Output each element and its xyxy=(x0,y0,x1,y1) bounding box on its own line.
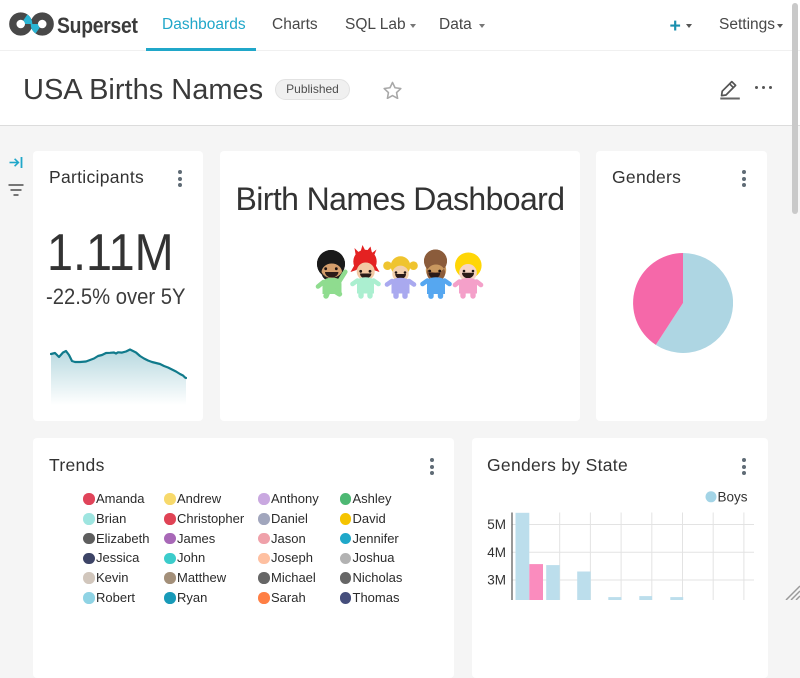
svg-text:4M: 4M xyxy=(487,545,506,560)
svg-text:5M: 5M xyxy=(487,517,506,532)
svg-text:Boys: Boys xyxy=(718,490,748,505)
svg-text:3M: 3M xyxy=(487,573,506,588)
